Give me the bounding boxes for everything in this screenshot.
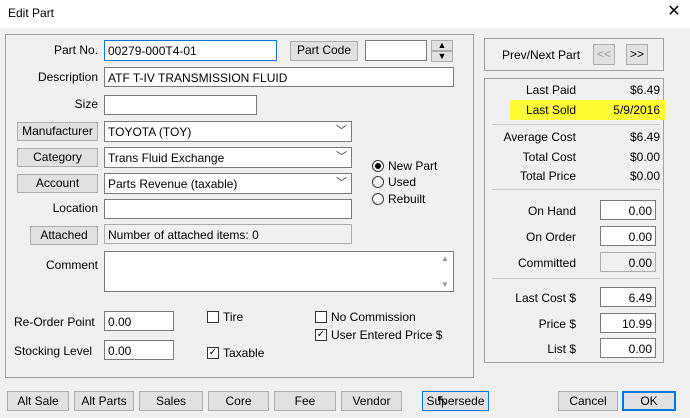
vendor-button[interactable]: Vendor: [341, 391, 402, 411]
reorder-input[interactable]: 0.00: [104, 311, 174, 331]
account-select[interactable]: Parts Revenue (taxable) ﹀: [104, 173, 352, 194]
scroll-down-icon[interactable]: ▼: [441, 280, 449, 289]
average-cost-label: Average Cost: [503, 130, 577, 144]
on-order-input[interactable]: 0.00: [600, 226, 656, 246]
comment-scrollbar[interactable]: ▲ ▼: [438, 252, 453, 291]
radio-used-label: Used: [388, 175, 417, 189]
attached-button[interactable]: Attached: [30, 226, 98, 245]
part-no-input[interactable]: 00279-000T4-01: [104, 40, 277, 61]
last-sold-value: 5/9/2016: [613, 103, 660, 117]
committed-value: 0.00: [600, 252, 656, 272]
radio-rebuilt-label: Rebuilt: [388, 192, 426, 206]
chevron-down-icon: ﹀: [336, 177, 347, 189]
radio-used[interactable]: Used: [372, 175, 472, 189]
no-commission-checkbox[interactable]: [315, 311, 327, 323]
fee-button[interactable]: Fee: [274, 391, 336, 411]
part-code-input[interactable]: [365, 40, 427, 61]
location-input[interactable]: [104, 199, 352, 219]
stocking-label: Stocking Level: [14, 344, 93, 358]
comment-textarea[interactable]: [104, 251, 454, 292]
price-label: Price $: [538, 317, 576, 331]
alt-sale-button[interactable]: Alt Sale: [7, 391, 69, 411]
manufacturer-select[interactable]: TOYOTA (TOY) ﹀: [104, 121, 352, 142]
location-label: Location: [52, 201, 98, 215]
category-value: Trans Fluid Exchange: [108, 151, 225, 165]
last-cost-label: Last Cost $: [515, 291, 576, 305]
spin-up-icon[interactable]: ▲: [431, 40, 453, 51]
radio-rebuilt[interactable]: Rebuilt: [372, 192, 472, 206]
last-paid-label: Last Paid: [525, 83, 576, 97]
price-input[interactable]: 10.99: [600, 313, 656, 333]
size-input[interactable]: [104, 95, 257, 115]
part-code-button[interactable]: Part Code: [290, 41, 358, 61]
last-cost-input[interactable]: 6.49: [600, 287, 656, 307]
account-value: Parts Revenue (taxable): [108, 177, 238, 191]
sales-button[interactable]: Sales: [139, 391, 203, 411]
close-icon[interactable]: ✕: [664, 2, 684, 22]
manufacturer-value: TOYOTA (TOY): [108, 125, 192, 139]
no-commission-label: No Commission: [331, 310, 416, 324]
scroll-up-icon[interactable]: ▲: [441, 254, 449, 263]
tire-checkbox[interactable]: [207, 311, 219, 323]
list-price-label: List $: [547, 342, 576, 356]
chevron-down-icon: ﹀: [336, 125, 347, 137]
prev-part-button[interactable]: <<: [593, 44, 615, 65]
attached-count: Number of attached items: 0: [104, 224, 352, 244]
radio-new-part-icon[interactable]: [372, 160, 384, 172]
stocking-input[interactable]: 0.00: [104, 340, 174, 360]
comment-label: Comment: [45, 258, 98, 272]
total-cost-label: Total Cost: [522, 150, 576, 164]
core-button[interactable]: Core: [208, 391, 269, 411]
total-price-label: Total Price: [519, 169, 576, 183]
total-cost-value: $0.00: [629, 150, 660, 164]
ok-button[interactable]: OK: [622, 391, 676, 411]
radio-new-part-label: New Part: [388, 159, 438, 173]
category-button[interactable]: Category: [17, 148, 98, 167]
reorder-label: Re-Order Point: [14, 315, 95, 329]
radio-new-part[interactable]: New Part: [372, 159, 472, 173]
user-price-label: User Entered Price $: [331, 328, 443, 342]
supersede-button[interactable]: Supersede: [422, 391, 489, 411]
spin-buttons[interactable]: ▲ ▼: [431, 40, 453, 62]
description-label: Description: [37, 70, 98, 84]
last-paid-value: $6.49: [629, 83, 660, 97]
window-title: Edit Part: [8, 6, 55, 20]
account-button[interactable]: Account: [17, 174, 98, 193]
alt-parts-button[interactable]: Alt Parts: [74, 391, 134, 411]
prev-next-label: Prev/Next Part: [502, 48, 581, 62]
divider: [492, 124, 660, 125]
user-price-checkbox[interactable]: ✓: [315, 329, 327, 341]
description-input[interactable]: ATF T-IV TRANSMISSION FLUID: [104, 67, 454, 87]
taxable-checkbox[interactable]: ✓: [207, 347, 219, 359]
list-price-input[interactable]: 0.00: [600, 338, 656, 358]
divider: [492, 189, 660, 190]
on-order-label: On Order: [525, 230, 576, 244]
manufacturer-button[interactable]: Manufacturer: [17, 122, 98, 141]
taxable-label: Taxable: [223, 346, 265, 360]
chevron-down-icon: ﹀: [336, 151, 347, 163]
size-label: Size: [74, 97, 98, 111]
radio-used-icon[interactable]: [372, 176, 384, 188]
total-price-value: $0.00: [629, 169, 660, 183]
next-part-button[interactable]: >>: [626, 44, 648, 65]
category-select[interactable]: Trans Fluid Exchange ﹀: [104, 147, 352, 168]
cancel-button[interactable]: Cancel: [558, 391, 618, 411]
tire-label: Tire: [223, 310, 244, 324]
on-hand-input[interactable]: 0.00: [600, 200, 656, 220]
part-no-label: Part No.: [53, 43, 98, 57]
radio-rebuilt-icon[interactable]: [372, 193, 384, 205]
divider: [492, 278, 660, 279]
average-cost-value: $6.49: [629, 130, 660, 144]
on-hand-label: On Hand: [527, 204, 576, 218]
spin-down-icon[interactable]: ▼: [431, 51, 453, 62]
committed-label: Committed: [517, 256, 576, 270]
mouse-cursor-icon: ↖: [436, 392, 449, 409]
last-sold-label: Last Sold: [525, 103, 576, 117]
